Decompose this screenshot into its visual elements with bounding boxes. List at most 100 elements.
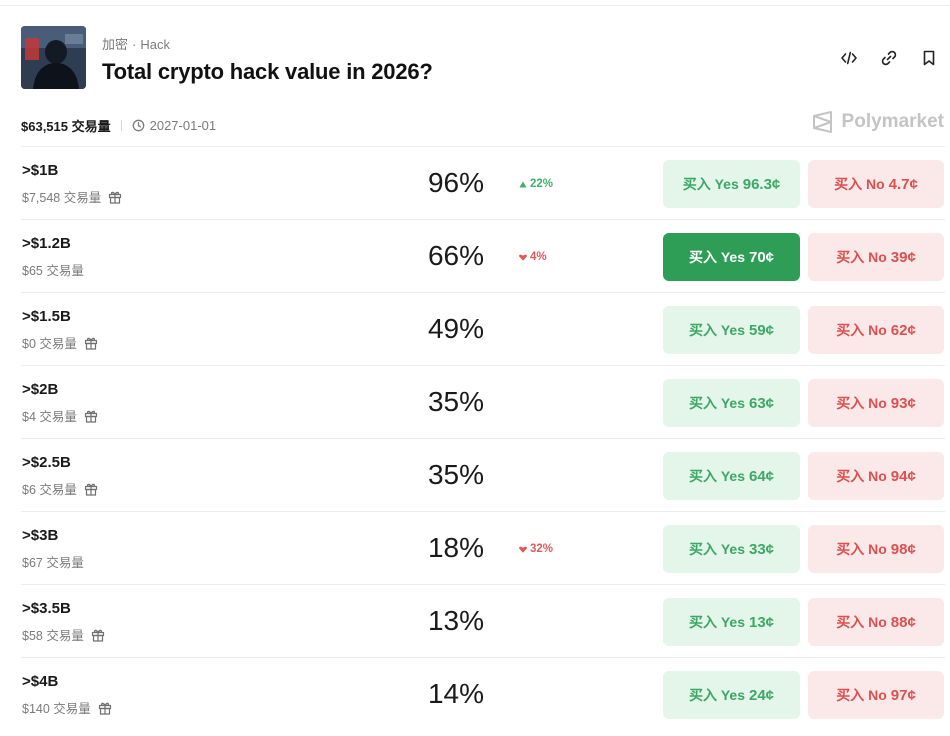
buy-no-button[interactable]: 买入 No 97¢ xyxy=(808,671,944,719)
polymarket-brand[interactable]: Polymarket xyxy=(812,110,944,134)
outcome-volume: $67 交易量 xyxy=(22,552,84,571)
market-thumbnail xyxy=(21,26,86,89)
outcome-volume-text: $6 交易量 xyxy=(22,483,77,497)
clock-icon xyxy=(132,119,144,131)
buy-no-price: 88¢ xyxy=(890,613,916,631)
outcome-row[interactable]: >$2B $4 交易量 35% 买入 Yes 63¢ 买入 No 93¢ xyxy=(21,365,945,438)
outcome-label: >$4B xyxy=(22,673,59,690)
total-volume: $63,515 交易量 xyxy=(21,118,111,134)
buy-yes-button[interactable]: 买入 Yes 63¢ xyxy=(663,379,800,427)
end-date: 2027-01-01 xyxy=(132,117,217,133)
outcome-row[interactable]: >$1.2B $65 交易量 66% 4% 买入 Yes 70¢ 买入 No 39¢ xyxy=(21,219,945,292)
buy-no-label: 买入 No xyxy=(836,395,887,411)
buy-yes-price: 13¢ xyxy=(749,613,775,631)
outcome-row[interactable]: >$3B $67 交易量 18% 32% 买入 Yes 33¢ 买入 No 98¢ xyxy=(21,511,945,584)
buy-no-price: 62¢ xyxy=(890,321,916,339)
buy-yes-label: 买入 Yes xyxy=(688,322,745,338)
outcome-row[interactable]: >$2.5B $6 交易量 35% 买入 Yes 64¢ 买入 No 94¢ xyxy=(21,438,945,511)
buy-yes-button[interactable]: 买入 Yes 13¢ xyxy=(663,598,800,646)
outcome-label: >$3B xyxy=(22,527,59,544)
buy-yes-button[interactable]: 买入 Yes 96.3¢ xyxy=(663,160,800,208)
buy-no-price: 98¢ xyxy=(890,540,916,558)
buy-yes-price: 64¢ xyxy=(749,467,775,485)
gift-button[interactable] xyxy=(91,628,105,642)
end-date-text: 2027-01-01 xyxy=(149,117,217,133)
outcome-volume: $7,548 交易量 xyxy=(22,187,122,206)
buy-yes-button[interactable]: 买入 Yes 64¢ xyxy=(663,452,800,500)
breadcrumb: 加密 · Hack xyxy=(102,37,170,52)
gift-button[interactable] xyxy=(84,409,98,423)
buy-no-label: 买入 No xyxy=(836,687,887,703)
outcome-probability: 35% xyxy=(427,459,485,490)
buy-yes-label: 买入 Yes xyxy=(682,176,739,192)
buy-yes-label: 买入 Yes xyxy=(688,541,745,557)
buy-no-button[interactable]: 买入 No 39¢ xyxy=(808,233,944,281)
gift-icon xyxy=(84,483,97,496)
outcome-volume-text: $67 交易量 xyxy=(22,556,84,570)
trend-down-icon xyxy=(519,254,527,261)
outcome-volume: $4 交易量 xyxy=(22,406,98,425)
outcome-label: >$1.2B xyxy=(22,235,71,252)
buy-no-label: 买入 No xyxy=(836,541,887,557)
outcome-label: >$2B xyxy=(22,381,59,398)
buy-yes-price: 33¢ xyxy=(749,540,775,558)
gift-button[interactable] xyxy=(98,701,112,715)
outcome-volume-text: $140 交易量 xyxy=(22,702,91,716)
gift-button[interactable] xyxy=(84,336,98,350)
outcome-volume-text: $4 交易量 xyxy=(22,410,77,424)
market-meta: $63,515 交易量 2027-01-01 xyxy=(21,115,945,135)
bookmark-button[interactable] xyxy=(917,46,941,70)
buy-yes-price: 24¢ xyxy=(749,686,775,704)
buy-yes-button[interactable]: 买入 Yes 70¢ xyxy=(663,233,800,281)
embed-button[interactable] xyxy=(837,46,861,70)
trend-up-icon xyxy=(519,181,527,187)
outcomes-list: >$1B $7,548 交易量 96% 22% 买入 Yes 96.3¢ 买入 No 4.7¢… xyxy=(21,146,945,730)
buy-yes-button[interactable]: 买入 Yes 33¢ xyxy=(663,525,800,573)
meta-divider xyxy=(120,119,122,131)
buy-no-button[interactable]: 买入 No 88¢ xyxy=(808,598,944,646)
outcome-label: >$3.5B xyxy=(22,600,71,617)
buy-no-label: 买入 No xyxy=(836,614,887,630)
buy-no-label: 买入 No xyxy=(836,468,887,484)
buy-yes-button[interactable]: 买入 Yes 59¢ xyxy=(663,306,800,354)
buy-yes-price: 59¢ xyxy=(749,321,775,339)
probability-change: 32% xyxy=(519,543,553,555)
outcome-row[interactable]: >$1B $7,548 交易量 96% 22% 买入 Yes 96.3¢ 买入 No 4.7¢ xyxy=(21,146,945,219)
breadcrumb-tag[interactable]: Hack xyxy=(140,37,170,52)
buy-yes-label: 买入 Yes xyxy=(688,687,745,703)
buy-no-price: 4.7¢ xyxy=(888,175,918,193)
buy-no-button[interactable]: 买入 No 93¢ xyxy=(808,379,944,427)
buy-no-button[interactable]: 买入 No 94¢ xyxy=(808,452,944,500)
buy-yes-label: 买入 Yes xyxy=(688,614,745,630)
bookmark-icon xyxy=(923,50,935,66)
buy-no-button[interactable]: 买入 No 62¢ xyxy=(808,306,944,354)
outcome-probability: 35% xyxy=(427,386,485,417)
buy-no-label: 买入 No xyxy=(834,176,885,192)
trend-down-icon xyxy=(519,546,527,553)
probability-change-text: 22% xyxy=(530,178,554,190)
copy-link-button[interactable] xyxy=(877,46,901,70)
buy-no-button[interactable]: 买入 No 98¢ xyxy=(808,525,944,573)
buy-no-button[interactable]: 买入 No 4.7¢ xyxy=(808,160,944,208)
gift-button[interactable] xyxy=(84,482,98,496)
outcome-row[interactable]: >$1.5B $0 交易量 49% 买入 Yes 59¢ 买入 No 62¢ xyxy=(21,292,945,365)
outcome-probability: 18% xyxy=(427,532,485,563)
buy-no-price: 97¢ xyxy=(890,686,916,704)
outcome-label: >$1.5B xyxy=(22,308,71,325)
outcome-volume-text: $58 交易量 xyxy=(22,629,84,643)
outcome-probability: 13% xyxy=(427,605,485,636)
buy-no-price: 39¢ xyxy=(890,248,916,266)
page-title: Total crypto hack value in 2026? xyxy=(102,59,433,84)
buy-yes-price: 63¢ xyxy=(749,394,775,412)
outcome-row[interactable]: >$4B $140 交易量 14% 买入 Yes 24¢ 买入 No 97¢ xyxy=(21,657,945,730)
outcome-row[interactable]: >$3.5B $58 交易量 13% 买入 Yes 13¢ 买入 No 88¢ xyxy=(21,584,945,657)
gift-icon xyxy=(109,191,122,204)
probability-change: 22% xyxy=(519,178,553,190)
buy-yes-button[interactable]: 买入 Yes 24¢ xyxy=(663,671,800,719)
buy-yes-price: 70¢ xyxy=(749,248,775,266)
probability-change-text: 4% xyxy=(530,251,547,263)
breadcrumb-category[interactable]: 加密 xyxy=(102,37,128,52)
probability-change-text: 32% xyxy=(530,543,554,555)
outcome-volume-text: $0 交易量 xyxy=(22,337,77,351)
gift-button[interactable] xyxy=(108,190,122,204)
